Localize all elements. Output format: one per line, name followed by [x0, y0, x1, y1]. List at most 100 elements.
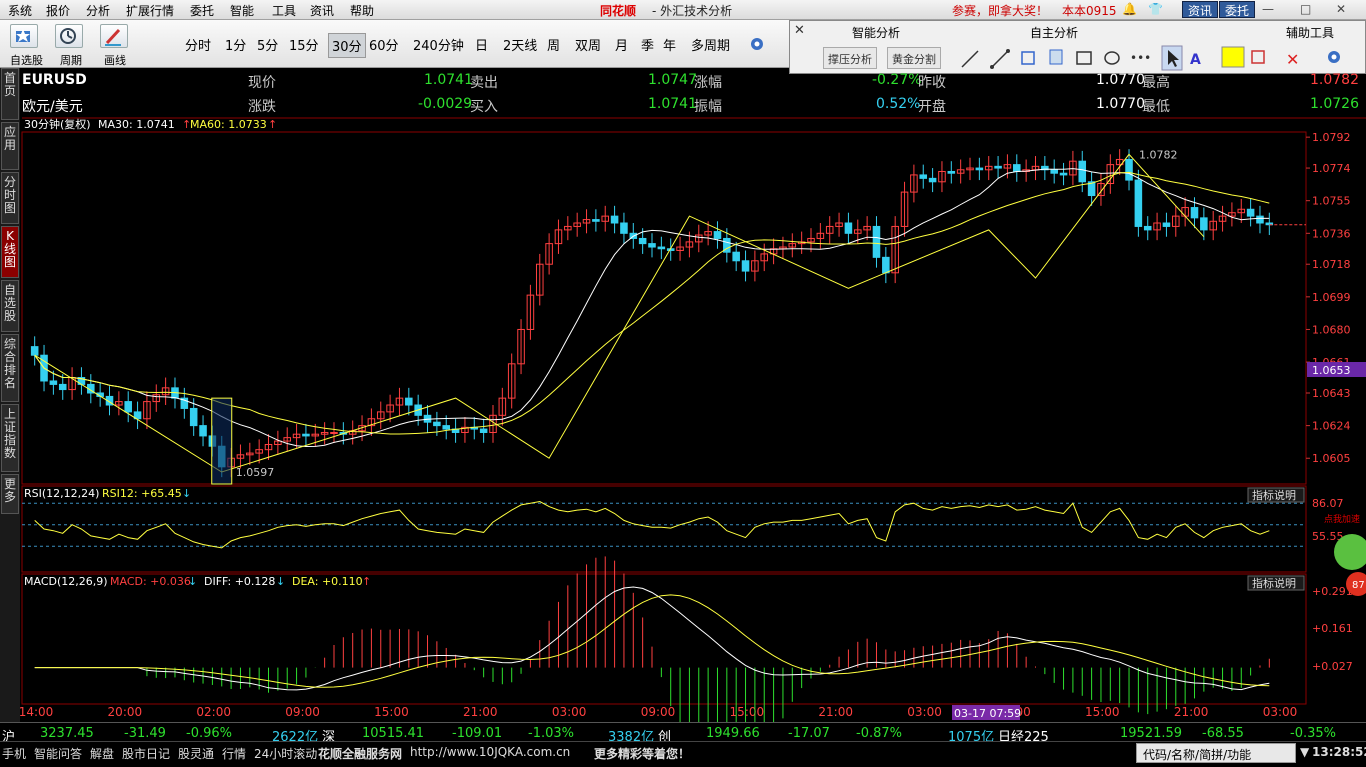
candle-body [30, 346, 39, 356]
ma60-line [34, 171, 1270, 435]
ma30-label: MA30: 1.0741 [98, 118, 175, 131]
candle-body [302, 433, 310, 437]
macd-value: MACD: +0.036 [110, 575, 191, 588]
sz-index: 10515.41 [362, 726, 425, 741]
x-tick-label: 15:00 [1085, 705, 1120, 719]
bb-scroll[interactable]: 24小时滚动 [254, 745, 317, 762]
code-search-input[interactable]: 代码/名称/简拼/功能 [1136, 743, 1296, 763]
main-indicator-label: 30分钟(复权) [24, 117, 91, 131]
bb-ask[interactable]: 智能问答 [34, 745, 82, 762]
bb-lingtong[interactable]: 股灵通 [178, 745, 214, 762]
bb-more: 更多精彩等着您！ [594, 747, 691, 761]
candle-body [58, 383, 67, 391]
candle-body [975, 167, 984, 171]
diff-arrow: ↓ [276, 575, 285, 588]
x-tick-label: 09:00 [641, 705, 676, 719]
sh-chg: -31.49 [124, 726, 166, 741]
macd-tick-mid: +0.161 [1312, 622, 1353, 635]
speed-label: 点我加速 [1324, 514, 1360, 525]
candle-body [872, 225, 881, 258]
dea-line [34, 594, 1270, 688]
bb-pan[interactable]: 解盘 [90, 745, 114, 762]
low-annotation: 1.0597 [236, 466, 275, 479]
x-tick-label: 14:00 [19, 705, 54, 719]
candle-body [49, 380, 58, 385]
candle-body [1256, 215, 1264, 224]
sh-pct: -0.96% [186, 726, 232, 741]
candle-body [1125, 158, 1133, 181]
x-tick-label: 02:00 [196, 705, 231, 719]
sh-index: 3237.45 [40, 726, 94, 741]
candle-body [124, 401, 132, 413]
x-tick-label: 21:00 [1174, 705, 1209, 719]
kline-chart[interactable]: 1.0792 1.0774 1.0755 1.0736 1.0718 1.0699 1.06… [0, 0, 1366, 767]
bb-url[interactable]: http://www.10JQKA.com.cn [410, 745, 570, 759]
cy-index: 1949.66 [706, 726, 760, 741]
ma60-label: MA60: 1.0733 [190, 118, 267, 131]
candle-body [479, 428, 488, 433]
candle-body [592, 219, 600, 222]
candle-body [657, 246, 666, 250]
clock: 13:28:52 [1312, 745, 1366, 759]
candle-body [732, 251, 740, 262]
candle-body [1143, 225, 1152, 231]
bb-service: 花顺全融服务网 [318, 747, 403, 761]
bottom-bar: 手机 智能问答 解盘 股市日记 股灵通 行情 24小时滚动 花顺全融服务网 ht… [0, 741, 1366, 767]
candle-body [947, 170, 956, 174]
candle-body [620, 222, 628, 234]
candle-body [1200, 217, 1208, 231]
candle-body [442, 425, 450, 430]
app-window: 系统 报价 分析 扩展行情 委托 智能 工具 资讯 帮助 同花顺 - 外汇技术分析 参赛，即拿大奖！本… [0, 0, 1366, 767]
candle-body [199, 425, 207, 437]
diff-line [34, 586, 1270, 691]
candle-body [1246, 208, 1255, 217]
candle-body [713, 231, 722, 239]
dea-arrow: ↑ [362, 575, 371, 588]
candle-body [1190, 207, 1199, 219]
candle-body [1162, 222, 1171, 227]
x-tick-label: 21:00 [818, 705, 853, 719]
dea-label: DEA: +0.110 [292, 575, 363, 588]
candle-body [1134, 179, 1143, 227]
sz-pct: -1.03% [528, 726, 574, 741]
candle-body [741, 260, 750, 272]
cy-chg: -17.07 [788, 726, 830, 741]
speed-badge-label: 87 [1352, 580, 1365, 591]
candle-body [1050, 169, 1058, 174]
ma60-arrow: ↑ [268, 118, 277, 131]
y-tick-label: 1.0680 [1312, 323, 1351, 336]
y-tick-label: 1.0718 [1312, 258, 1351, 271]
candle-body [405, 397, 413, 406]
rsi-frame [21, 485, 1307, 573]
candle-body [1078, 160, 1087, 183]
y-tick-label: 1.0699 [1312, 291, 1351, 304]
y-tick-label: 1.0624 [1312, 420, 1351, 433]
y-tick-label: 1.0643 [1312, 387, 1351, 400]
x-tick-label: 03:00 [552, 705, 587, 719]
x-tick-label: 21:00 [463, 705, 498, 719]
macd-arrow: ↓ [188, 575, 197, 588]
search-arrow-icon[interactable]: ▼ [1300, 745, 1309, 759]
bb-hq[interactable]: 行情 [222, 745, 246, 762]
rsi-label: RSI(12,12,24) [24, 487, 99, 500]
rsi-arrow: ↓ [182, 487, 191, 500]
bb-mobile[interactable]: 手机 [2, 745, 26, 762]
candle-body [638, 237, 647, 245]
macd-frame [21, 573, 1307, 705]
low-highlight-box [211, 397, 233, 485]
candle-body [330, 431, 338, 434]
y-tick-label: 1.0755 [1312, 195, 1351, 208]
zigzag-line [34, 153, 1205, 473]
macd-label: MACD(12,26,9) [24, 575, 108, 588]
bb-diary[interactable]: 股市日记 [122, 745, 170, 762]
macd-tick-low: +0.027 [1312, 660, 1353, 673]
nk-pct: -0.35% [1290, 726, 1336, 741]
rsi-tick-high: 86.07 [1312, 497, 1344, 510]
candle-body [1059, 172, 1068, 176]
candle-body [648, 243, 656, 248]
x-tick-label: 15:00 [374, 705, 409, 719]
cy-pct: -0.87% [856, 726, 902, 741]
y-tick-label: 1.0774 [1312, 162, 1351, 175]
y-tick-label: 1.0792 [1312, 131, 1351, 144]
candle-body [433, 421, 441, 427]
